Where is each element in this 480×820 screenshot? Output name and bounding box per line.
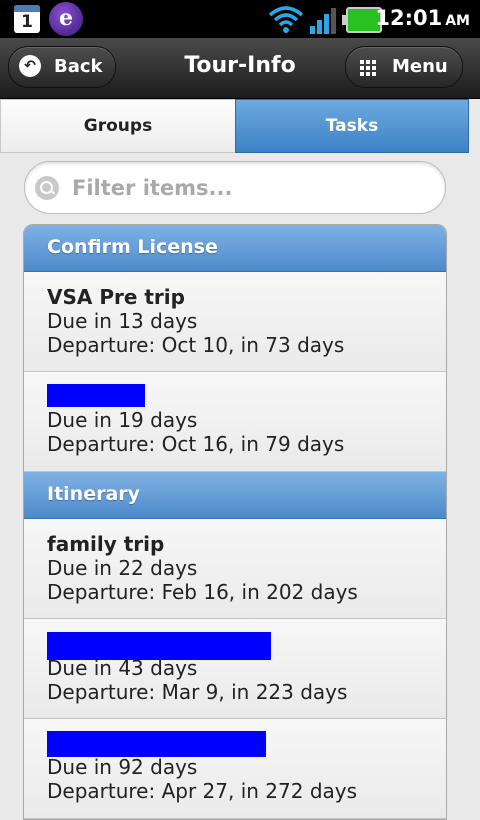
item-name-redacted xyxy=(47,731,446,757)
item-due: Due in 92 days xyxy=(47,755,198,779)
list-item[interactable]: VSA Pre trip Due in 13 days Departure: O… xyxy=(24,272,446,372)
search-icon xyxy=(35,176,59,200)
menu-button[interactable]: Menu xyxy=(345,46,463,88)
item-due: Due in 13 days xyxy=(47,309,198,333)
redaction-block xyxy=(47,384,145,407)
item-due: Due in 19 days xyxy=(47,408,198,432)
item-name: VSA Pre trip xyxy=(47,285,185,309)
page-title: Tour-Info xyxy=(184,53,296,78)
back-arrow-icon: ↶ xyxy=(19,55,41,77)
list-item[interactable]: family trip Due in 22 days Departure: Fe… xyxy=(24,519,446,619)
clock-time: 12:01 xyxy=(375,6,443,30)
list-divider-itinerary: Itinerary xyxy=(24,472,446,519)
item-due: Due in 22 days xyxy=(47,556,198,580)
list-item[interactable]: Due in 43 days Departure: Mar 9, in 223 … xyxy=(24,619,446,719)
item-departure: Departure: Oct 16, in 79 days xyxy=(47,432,345,456)
header-bar: ↶ Back Tour-Info Menu xyxy=(0,38,480,99)
app-notification-icon: e xyxy=(49,2,83,36)
list-item[interactable]: Due in 19 days Departure: Oct 16, in 79 … xyxy=(24,372,446,472)
clock: 12:01 AM xyxy=(375,6,470,30)
item-departure: Departure: Feb 16, in 202 days xyxy=(47,580,358,604)
tab-tasks[interactable]: Tasks xyxy=(235,99,469,153)
tab-bar: Groups Tasks xyxy=(0,99,480,153)
wifi-icon xyxy=(268,6,304,33)
item-due: Due in 43 days xyxy=(47,656,198,680)
back-button-label: Back xyxy=(54,56,103,77)
task-list: Confirm License VSA Pre trip Due in 13 d… xyxy=(23,224,447,820)
item-name: family trip xyxy=(47,532,165,556)
calendar-icon: 1 xyxy=(14,5,40,33)
item-name-redacted xyxy=(47,384,446,408)
redaction-block xyxy=(47,731,266,757)
grid-icon xyxy=(360,60,376,76)
tab-groups[interactable]: Groups xyxy=(0,99,236,153)
clock-ampm: AM xyxy=(445,13,470,29)
item-name-redacted xyxy=(47,632,446,660)
list-item[interactable]: Due in 92 days Departure: Apr 27, in 272… xyxy=(24,719,446,819)
filter-input[interactable] xyxy=(70,170,434,206)
calendar-day: 1 xyxy=(21,12,33,32)
signal-icon xyxy=(310,8,336,34)
menu-button-label: Menu xyxy=(392,56,448,77)
status-bar: 1 e 12:01 AM xyxy=(0,0,480,38)
back-button[interactable]: ↶ Back xyxy=(8,46,116,88)
item-departure: Departure: Apr 27, in 272 days xyxy=(47,779,358,803)
item-departure: Departure: Oct 10, in 73 days xyxy=(47,333,345,357)
item-departure: Departure: Mar 9, in 223 days xyxy=(47,680,348,704)
filter-search-box xyxy=(24,161,446,214)
list-divider-confirm-license: Confirm License xyxy=(24,225,446,272)
